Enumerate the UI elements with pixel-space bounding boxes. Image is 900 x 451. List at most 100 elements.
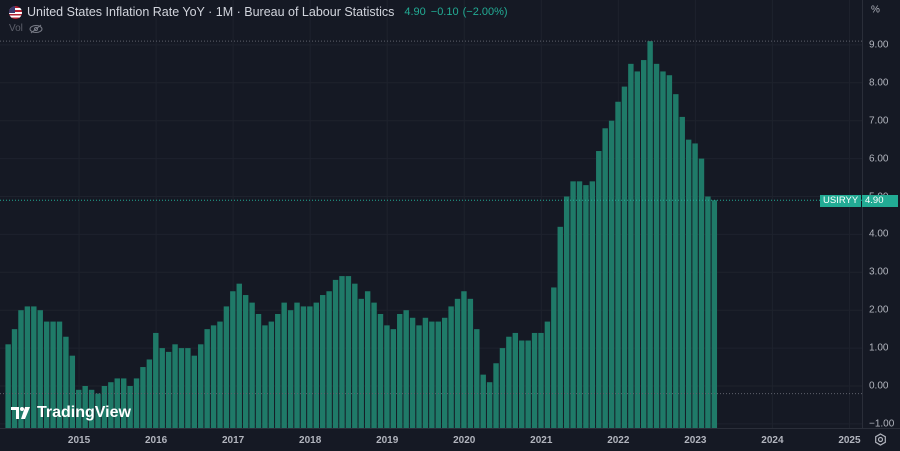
bar[interactable] <box>281 302 287 428</box>
bar[interactable] <box>441 317 448 428</box>
x-tick-label: 2016 <box>144 435 168 446</box>
bar[interactable] <box>615 101 621 428</box>
bar[interactable] <box>210 325 217 428</box>
bar[interactable] <box>634 71 640 428</box>
bar[interactable] <box>608 120 615 428</box>
eye-hidden-icon[interactable] <box>29 24 43 34</box>
x-tick-label: 2020 <box>453 435 476 446</box>
bar[interactable] <box>551 287 557 428</box>
bar[interactable] <box>223 306 230 428</box>
bar[interactable] <box>570 181 576 428</box>
bar[interactable] <box>332 279 339 428</box>
price-tag: 4.90 <box>862 195 898 207</box>
bar[interactable] <box>313 302 319 428</box>
bar[interactable] <box>287 310 294 428</box>
bar[interactable] <box>230 291 236 428</box>
bar[interactable] <box>275 313 281 428</box>
bar[interactable] <box>422 317 429 428</box>
bar[interactable] <box>685 139 692 428</box>
bar[interactable] <box>583 185 589 428</box>
bar[interactable] <box>165 351 172 428</box>
time-axis[interactable]: 2015 2016 2017 2018 2019 2020 2021 2022 2023 2024… <box>0 428 900 451</box>
bar[interactable] <box>390 329 397 428</box>
bar[interactable] <box>679 116 685 428</box>
bar[interactable] <box>249 302 255 428</box>
bar[interactable] <box>705 196 711 429</box>
bar[interactable] <box>628 63 634 428</box>
bar[interactable] <box>493 363 499 428</box>
bar[interactable] <box>538 332 544 428</box>
bar[interactable] <box>307 306 313 428</box>
bar[interactable] <box>474 329 480 428</box>
bar[interactable] <box>364 291 371 428</box>
bar[interactable] <box>159 348 165 428</box>
bar[interactable] <box>602 128 608 428</box>
price-axis[interactable]: % 9.008.007.006.005.004.003.002.001.000.… <box>862 0 900 429</box>
bar[interactable] <box>519 340 525 428</box>
bar[interactable] <box>499 348 506 428</box>
bar[interactable] <box>384 325 390 428</box>
bar[interactable] <box>544 321 551 428</box>
tradingview-logo[interactable]: TradingView <box>11 404 131 422</box>
bar[interactable] <box>403 310 409 428</box>
bar[interactable] <box>621 86 628 428</box>
bar[interactable] <box>268 321 275 428</box>
bar[interactable] <box>448 306 454 428</box>
bar[interactable] <box>191 355 198 428</box>
bar[interactable] <box>397 313 403 428</box>
bar[interactable] <box>461 291 467 428</box>
bar[interactable] <box>326 291 332 428</box>
bar[interactable] <box>185 348 191 428</box>
bar[interactable] <box>653 63 660 428</box>
bar[interactable] <box>358 298 364 428</box>
bar[interactable] <box>294 302 300 428</box>
bar[interactable] <box>345 276 352 428</box>
bar[interactable] <box>352 283 358 428</box>
bar[interactable] <box>467 298 474 428</box>
settings-icon[interactable] <box>874 433 887 446</box>
bar[interactable] <box>589 181 596 428</box>
bar[interactable] <box>454 298 461 428</box>
bar[interactable] <box>525 340 531 428</box>
bar[interactable] <box>320 295 326 428</box>
bar[interactable] <box>172 344 178 428</box>
bar[interactable] <box>557 226 563 428</box>
bar[interactable] <box>641 60 647 428</box>
bar[interactable] <box>666 75 673 428</box>
bar[interactable] <box>236 283 242 428</box>
bar[interactable] <box>217 321 223 428</box>
bar[interactable] <box>531 332 538 428</box>
bar[interactable] <box>660 71 666 428</box>
symbol-title[interactable]: United States Inflation Rate YoY · 1M · … <box>27 5 394 19</box>
bar[interactable] <box>596 151 602 428</box>
bar[interactable] <box>698 158 705 428</box>
bar[interactable] <box>198 344 204 428</box>
bar[interactable] <box>153 332 159 428</box>
bar[interactable] <box>409 317 416 428</box>
bar[interactable] <box>692 143 698 428</box>
bar[interactable] <box>416 325 422 428</box>
chart-plot[interactable] <box>0 0 862 428</box>
bar[interactable] <box>506 336 512 428</box>
bar[interactable] <box>140 367 146 428</box>
bar[interactable] <box>377 313 384 428</box>
bar[interactable] <box>339 276 345 428</box>
bar[interactable] <box>371 302 377 428</box>
bar[interactable] <box>647 41 653 428</box>
bar[interactable] <box>486 382 493 428</box>
bar[interactable] <box>429 321 435 428</box>
bar[interactable] <box>262 325 268 428</box>
bar[interactable] <box>512 332 519 428</box>
bar[interactable] <box>673 94 679 428</box>
y-tick-label: 4.00 <box>869 228 889 240</box>
bar[interactable] <box>480 374 486 428</box>
y-tick-label: 2.00 <box>869 304 889 316</box>
bar[interactable] <box>300 306 307 428</box>
bar[interactable] <box>242 295 249 428</box>
bar[interactable] <box>255 313 262 428</box>
bar[interactable] <box>435 321 441 428</box>
bar[interactable] <box>576 181 583 428</box>
bar[interactable] <box>204 329 210 428</box>
bar[interactable] <box>178 348 185 428</box>
bar[interactable] <box>133 378 140 428</box>
